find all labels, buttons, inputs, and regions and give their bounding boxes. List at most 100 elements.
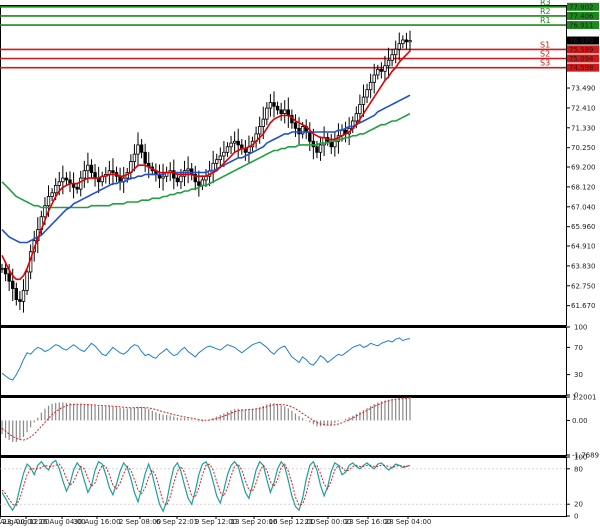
candle-body — [408, 40, 412, 43]
candle-body — [82, 170, 87, 179]
candle-body — [376, 69, 380, 76]
candle-body — [308, 131, 312, 142]
candle-body — [215, 159, 219, 164]
candle-body — [229, 142, 233, 148]
candle-body — [379, 69, 384, 72]
candle-body — [275, 105, 280, 111]
stoch-tick-label: 0 — [574, 513, 578, 521]
x-tick-label: 30 Aug 16:00 — [73, 518, 120, 526]
candle-body — [118, 175, 122, 183]
candle-body — [161, 175, 165, 179]
stoch-signal-line — [1, 463, 411, 507]
candle-body — [257, 126, 262, 135]
candle-body — [358, 104, 362, 115]
candle-body — [383, 65, 387, 72]
candle-body — [25, 271, 29, 291]
price-tick-label: 68.120 — [571, 183, 596, 191]
level-label-r3: R3 — [540, 0, 551, 7]
level-price-value: 77.902 — [569, 3, 594, 11]
level-label-s1: S1 — [540, 40, 550, 49]
candle-body — [361, 96, 366, 105]
level-price-value: 76.911 — [569, 22, 594, 30]
candle-body — [179, 175, 183, 183]
price-tick-label: 72.410 — [571, 104, 596, 112]
candle-body — [315, 146, 319, 153]
candle-body — [404, 39, 409, 43]
candle-body — [236, 140, 240, 146]
candle-body — [225, 146, 230, 153]
level-label-s3: S3 — [540, 59, 550, 68]
macd-tick-label: 0.00 — [572, 417, 588, 425]
rsi-tick-label: 70 — [574, 344, 583, 352]
candle-body — [397, 43, 401, 50]
price-tick-label: 63.830 — [571, 262, 596, 270]
candle-body — [93, 172, 97, 179]
axes-labels: 61.670 62.750 63.830 64.910 65.960 67.040 68.1… — [0, 36, 599, 526]
rsi-tick-label: 30 — [574, 371, 583, 379]
candle-body — [11, 280, 15, 289]
candle-body — [64, 177, 69, 181]
candle-body — [365, 89, 369, 98]
level-price-value: 77.406 — [569, 12, 594, 20]
candle-body — [79, 177, 83, 190]
candle-body — [286, 109, 291, 116]
candle-body — [86, 164, 90, 172]
candle-body — [75, 186, 79, 190]
candle-body — [401, 39, 405, 45]
stoch-panel-frame — [0, 457, 567, 517]
macd-panel — [1, 397, 411, 442]
candle-body — [46, 196, 51, 207]
ma-fast-line — [1, 50, 411, 281]
candle-body — [318, 144, 323, 153]
candle-body — [3, 267, 8, 275]
x-tick-label: 2 Sep 08:00 — [119, 518, 161, 526]
price-tick-label: 73.490 — [571, 85, 596, 93]
candle-body — [61, 177, 65, 183]
macd-tick-label: 1.2001 — [572, 394, 597, 402]
candle-body — [0, 267, 4, 270]
candle-body — [272, 102, 276, 107]
candle-body — [268, 102, 273, 109]
candle-body — [311, 140, 316, 148]
candle-body — [218, 155, 223, 161]
price-tick-label: 65.960 — [571, 223, 596, 231]
candle-body — [197, 181, 201, 186]
price-tick-label: 61.670 — [571, 302, 596, 310]
candle-body — [14, 288, 19, 300]
candle-body — [18, 299, 22, 302]
candle-body — [261, 118, 265, 127]
price-panel-frame — [0, 5, 567, 326]
candle-body — [386, 59, 391, 67]
candle-body — [89, 164, 94, 173]
last-price-value: 76.070 — [569, 37, 594, 45]
x-tick-label: 28 Sep 04:00 — [385, 518, 432, 526]
candle-body — [393, 48, 398, 56]
price-tick-label: 70.250 — [571, 144, 596, 152]
level-label-r1: R1 — [540, 16, 551, 25]
stoch-tick-label: 20 — [574, 501, 583, 509]
macd-panel-frame — [0, 397, 567, 456]
candle-body — [57, 181, 61, 186]
candle-body — [132, 153, 137, 162]
candle-body — [50, 192, 54, 197]
candle-body — [189, 168, 194, 175]
candle-body — [372, 74, 376, 83]
stoch-tick-label: 80 — [574, 465, 583, 473]
level-price-value: 75.589 — [569, 46, 594, 54]
candle-body — [333, 140, 337, 148]
level-label-s2: S2 — [540, 50, 550, 59]
candle-body — [279, 109, 283, 115]
price-tick-label: 64.910 — [571, 243, 596, 251]
candle-body — [354, 113, 359, 122]
candle-body — [293, 122, 298, 129]
candle-body — [232, 140, 237, 144]
pivot-levels: R3 77.902 R2 77.406 R1 76.911 S1 75.589 S2 75.094… — [0, 0, 599, 72]
candle-body — [175, 177, 180, 183]
candle-body — [21, 289, 26, 302]
candle-body — [143, 151, 147, 164]
candle-body — [139, 144, 144, 153]
price-tick-label: 71.330 — [571, 124, 596, 132]
candle-body — [265, 107, 269, 120]
price-tick-label: 69.200 — [571, 164, 596, 172]
candle-body — [297, 127, 301, 135]
